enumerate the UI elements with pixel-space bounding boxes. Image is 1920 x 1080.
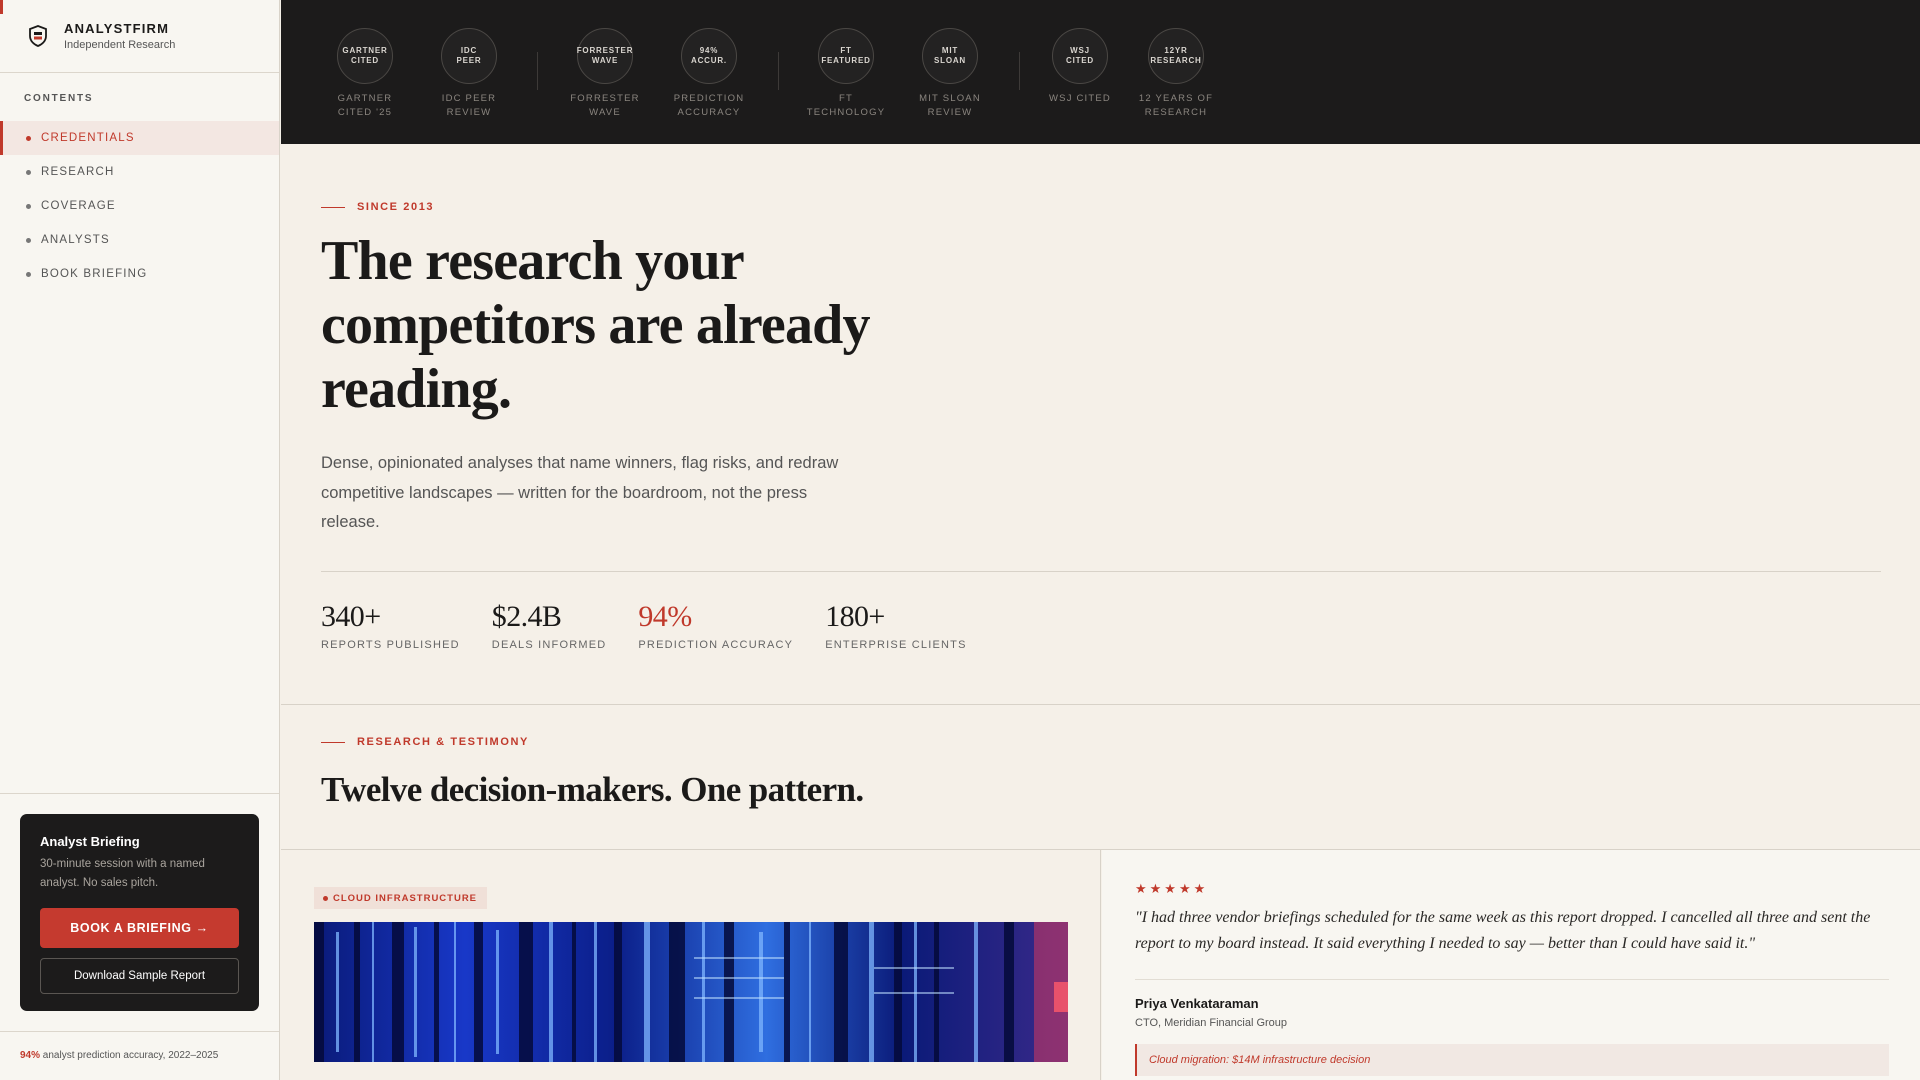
analyst-briefing-card: Analyst Briefing 30-minute session with … bbox=[20, 814, 259, 1011]
stat-label: DEALS INFORMED bbox=[491, 638, 607, 651]
divider bbox=[321, 570, 1881, 572]
stat-label: REPORTS PUBLISHED bbox=[321, 638, 460, 651]
stat-value: 94% bbox=[638, 599, 692, 633]
badge-caption: 12 YEARS OF RESEARCH bbox=[1138, 93, 1214, 118]
testimonial-name: Priya Venkataraman bbox=[1135, 996, 1259, 1011]
badge-gartner: GARTNER CITED GARTNER CITED '25 bbox=[320, 28, 410, 120]
star-rating-icon: ★★★★★ bbox=[1135, 881, 1209, 896]
data-center-image bbox=[314, 922, 1068, 1062]
contents-label: CONTENTS bbox=[24, 93, 94, 104]
stat-label: ENTERPRISE CLIENTS bbox=[825, 638, 967, 651]
hero-title: The research your competitors are alread… bbox=[321, 230, 871, 420]
testimonial-role: CTO, Meridian Financial Group bbox=[1135, 1017, 1288, 1029]
badge-caption: MIT SLOAN REVIEW bbox=[919, 93, 981, 118]
badge-ft: FT FEATURED FT TECHNOLOGY bbox=[801, 28, 891, 120]
stats-row: 340+ REPORTS PUBLISHED $2.4B DEALS INFOR… bbox=[321, 600, 1881, 651]
badge-separator bbox=[537, 52, 538, 90]
divider bbox=[0, 1031, 279, 1032]
tag-label: CLOUD INFRASTRUCTURE bbox=[333, 892, 478, 904]
testimonial-card: ★★★★★ "I had three vendor briefings sche… bbox=[1102, 850, 1920, 1080]
bullet-icon bbox=[26, 135, 31, 141]
research-section: RESEARCH & TESTIMONY Twelve decision-mak… bbox=[321, 736, 864, 810]
sidebar-item-label: ANALYSTS bbox=[41, 234, 110, 246]
stat-label: PREDICTION ACCURACY bbox=[638, 638, 794, 651]
badge-seal: GARTNER CITED bbox=[337, 28, 393, 84]
sidebar-item-label: RESEARCH bbox=[41, 166, 115, 178]
decision-callout: Cloud migration: $14M infrastructure dec… bbox=[1135, 1044, 1889, 1076]
sidebar-item-book-briefing[interactable]: BOOK BRIEFING bbox=[0, 257, 279, 291]
sidebar-item-label: BOOK BRIEFING bbox=[41, 268, 148, 280]
sidebar-item-credentials[interactable]: CREDENTIALS bbox=[0, 121, 279, 155]
badge-12-years: 12YR RESEARCH 12 YEARS OF RESEARCH bbox=[1131, 28, 1221, 120]
stat-prediction-accuracy: 94% PREDICTION ACCURACY bbox=[638, 600, 793, 651]
divider bbox=[0, 793, 279, 794]
stat-reports-published: 340+ REPORTS PUBLISHED bbox=[321, 600, 460, 651]
badge-mit-sloan: MIT SLOAN MIT SLOAN REVIEW bbox=[905, 28, 995, 120]
badge-caption: FORRESTER WAVE bbox=[570, 93, 640, 118]
sidebar-item-coverage[interactable]: COVERAGE bbox=[0, 189, 279, 223]
badge-prediction-accuracy: 94% ACCUR. PREDICTION ACCURACY bbox=[664, 28, 754, 120]
badge-seal: FORRESTER WAVE bbox=[577, 28, 633, 84]
badge-seal: 94% ACCUR. bbox=[681, 28, 737, 84]
brand-name: ANALYSTFIRM bbox=[64, 21, 170, 36]
sidebar: ANALYSTFIRM Independent Research CONTENT… bbox=[0, 0, 280, 1080]
bullet-icon bbox=[26, 271, 31, 277]
bullet-icon bbox=[26, 169, 31, 175]
stat-value: 180+ bbox=[825, 599, 885, 633]
badge-forrester: FORRESTER WAVE FORRESTER WAVE bbox=[560, 28, 650, 120]
brand-header[interactable]: ANALYSTFIRM Independent Research bbox=[0, 0, 279, 73]
badge-caption: GARTNER CITED '25 bbox=[337, 93, 393, 118]
bullet-icon bbox=[26, 237, 31, 243]
badge-caption: FT TECHNOLOGY bbox=[806, 93, 886, 118]
research-eyebrow: RESEARCH & TESTIMONY bbox=[321, 736, 864, 748]
briefing-description: 30-minute session with a named analyst. … bbox=[40, 858, 205, 889]
badge-seal: WSJ CITED bbox=[1052, 28, 1108, 84]
briefing-title: Analyst Briefing bbox=[40, 834, 140, 849]
sidebar-nav: CREDENTIALS RESEARCH COVERAGE ANALYSTS B… bbox=[0, 121, 279, 291]
badge-caption: PREDICTION ACCURACY bbox=[673, 93, 745, 118]
badge-wsj: WSJ CITED WSJ CITED bbox=[1035, 28, 1125, 106]
book-briefing-button[interactable]: BOOK A BRIEFING → bbox=[40, 908, 239, 948]
badge-caption: WSJ CITED bbox=[1049, 93, 1111, 104]
stat-value: 340+ bbox=[321, 599, 381, 633]
eyebrow-rule bbox=[321, 741, 345, 743]
eyebrow-text: RESEARCH & TESTIMONY bbox=[357, 736, 529, 748]
badge-seal: IDC PEER bbox=[441, 28, 497, 84]
credentials-badge-band: GARTNER CITED GARTNER CITED '25 IDC PEER… bbox=[281, 0, 1920, 144]
badge-seal: FT FEATURED bbox=[818, 28, 874, 84]
accuracy-footnote: 94% analyst prediction accuracy, 2022–20… bbox=[20, 1050, 218, 1061]
divider bbox=[281, 704, 1920, 705]
section-title: Twelve decision-makers. One pattern. bbox=[321, 770, 864, 809]
sidebar-item-research[interactable]: RESEARCH bbox=[0, 155, 279, 189]
eyebrow-rule bbox=[321, 206, 345, 208]
bullet-icon bbox=[26, 203, 31, 209]
category-tag: CLOUD INFRASTRUCTURE bbox=[314, 887, 488, 909]
hero-description: Dense, opinionated analyses that name wi… bbox=[321, 454, 839, 531]
stat-deals-informed: $2.4B DEALS INFORMED bbox=[492, 600, 607, 651]
badge-seal: 12YR RESEARCH bbox=[1148, 28, 1204, 84]
shield-logo-icon bbox=[29, 25, 47, 47]
accuracy-text: analyst prediction accuracy, 2022–2025 bbox=[42, 1050, 219, 1061]
tag-dot-icon bbox=[323, 895, 328, 901]
stat-value: $2.4B bbox=[491, 599, 562, 633]
download-sample-report-button[interactable]: Download Sample Report bbox=[40, 958, 239, 994]
accuracy-value: 94% bbox=[20, 1050, 41, 1061]
badge-caption: IDC PEER REVIEW bbox=[441, 93, 497, 118]
brand-tagline: Independent Research bbox=[64, 39, 176, 51]
sidebar-item-label: CREDENTIALS bbox=[41, 132, 135, 144]
testimonial-quote: "I had three vendor briefings scheduled … bbox=[1135, 909, 1871, 952]
hero-section: SINCE 2013 The research your competitors… bbox=[321, 144, 1881, 651]
sidebar-item-label: COVERAGE bbox=[41, 200, 116, 212]
badge-seal: MIT SLOAN bbox=[922, 28, 978, 84]
badge-separator bbox=[1019, 52, 1020, 90]
eyebrow-text: SINCE 2013 bbox=[357, 201, 435, 213]
stat-enterprise-clients: 180+ ENTERPRISE CLIENTS bbox=[825, 600, 966, 651]
sidebar-item-analysts[interactable]: ANALYSTS bbox=[0, 223, 279, 257]
badge-separator bbox=[778, 52, 779, 90]
hero-eyebrow: SINCE 2013 bbox=[321, 201, 1881, 213]
research-card-media[interactable]: CLOUD INFRASTRUCTURE bbox=[281, 850, 1101, 1080]
server-racks-illustration bbox=[314, 922, 1068, 1062]
divider bbox=[1135, 979, 1889, 980]
badge-idc: IDC PEER IDC PEER REVIEW bbox=[424, 28, 514, 120]
